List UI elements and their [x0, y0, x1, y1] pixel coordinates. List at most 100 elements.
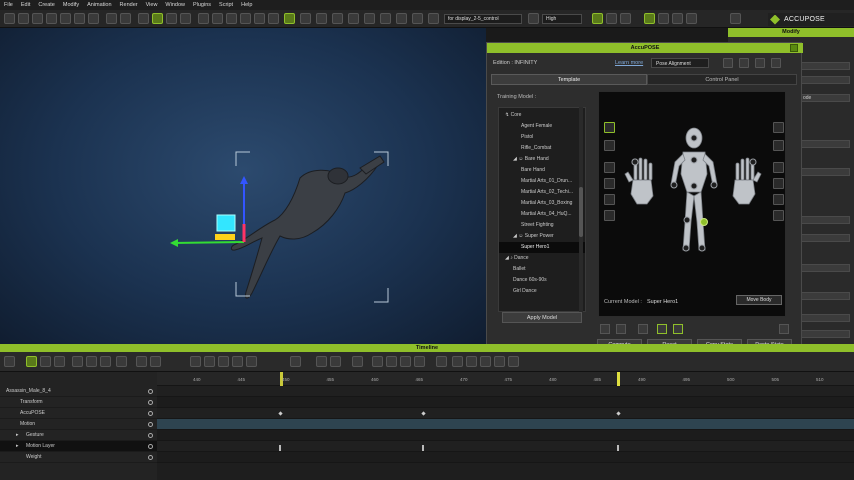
- menu-script[interactable]: Script: [219, 2, 233, 8]
- flag-icon[interactable]: [400, 356, 411, 367]
- edit-motion-icon[interactable]: [686, 13, 697, 24]
- zoom-icon[interactable]: [240, 13, 251, 24]
- new-file-icon[interactable]: [4, 13, 15, 24]
- render-icon[interactable]: [74, 13, 85, 24]
- quality-select[interactable]: High: [542, 14, 582, 24]
- menu-animation[interactable]: Animation: [87, 2, 111, 8]
- lane[interactable]: [157, 452, 854, 463]
- modify-mode-field[interactable]: ode: [800, 94, 850, 102]
- collect-clip-icon[interactable]: [72, 356, 83, 367]
- break-clip-icon[interactable]: [86, 356, 97, 367]
- expand-arrow-icon[interactable]: ▸: [16, 441, 19, 452]
- box-icon[interactable]: [316, 13, 327, 24]
- close-icon[interactable]: [790, 44, 798, 52]
- hip-joint[interactable]: [690, 182, 698, 190]
- rotate-icon[interactable]: [166, 13, 177, 24]
- scrollbar-thumb[interactable]: [579, 187, 583, 237]
- tree-item[interactable]: ↯ Core: [499, 110, 585, 121]
- menu-window[interactable]: Window: [165, 2, 185, 8]
- camera-track-icon[interactable]: [190, 356, 201, 367]
- grid-view-icon[interactable]: [739, 58, 749, 68]
- mocap-icon[interactable]: [658, 13, 669, 24]
- display-select[interactable]: for display_2-5_control: [444, 14, 522, 24]
- tree-expand-icon[interactable]: ◢ ☺: [513, 233, 525, 239]
- curve-icon[interactable]: [606, 13, 617, 24]
- redo-icon[interactable]: [120, 13, 131, 24]
- keyframe[interactable]: [617, 445, 619, 451]
- tab-control-panel[interactable]: Control Panel: [647, 74, 797, 85]
- tree-item[interactable]: Martial Arts_03_Boxing: [499, 198, 585, 209]
- track-row[interactable]: ◢Assassin_Male_8_4: [0, 386, 157, 397]
- track-row[interactable]: Weight: [0, 452, 157, 463]
- stop-icon[interactable]: [480, 356, 491, 367]
- export-icon[interactable]: [60, 13, 71, 24]
- loop-icon[interactable]: [100, 356, 111, 367]
- track-toggle-icon[interactable]: [148, 433, 153, 438]
- settings-icon[interactable]: [779, 324, 789, 334]
- orbit-icon[interactable]: [226, 13, 237, 24]
- bone-icon[interactable]: [396, 13, 407, 24]
- 3d-viewport[interactable]: [0, 28, 486, 344]
- track-options-icon[interactable]: [4, 356, 15, 367]
- pan-icon[interactable]: [212, 13, 223, 24]
- tree-item[interactable]: Girl Dance: [499, 286, 585, 297]
- scale-icon[interactable]: [180, 13, 191, 24]
- open-file-icon[interactable]: [18, 13, 29, 24]
- tree-scrollbar[interactable]: [579, 107, 583, 312]
- prev-key-icon[interactable]: [386, 356, 397, 367]
- left-foot-joint[interactable]: [682, 244, 690, 252]
- texture-icon[interactable]: [348, 13, 359, 24]
- modify-field[interactable]: [800, 330, 850, 338]
- figure-icon[interactable]: [638, 324, 648, 334]
- fit-icon[interactable]: [268, 13, 279, 24]
- quality-icon[interactable]: [528, 13, 539, 24]
- head-joint[interactable]: [690, 134, 698, 142]
- track-row[interactable]: Motion: [0, 419, 157, 430]
- tree-item[interactable]: Martial Arts_02_Techi...: [499, 187, 585, 198]
- puppet-icon[interactable]: [730, 13, 741, 24]
- tree-expand-icon[interactable]: ◢ ♪: [505, 255, 514, 261]
- camera-icon[interactable]: [198, 13, 209, 24]
- marker-icon[interactable]: [218, 356, 229, 367]
- flatten-icon[interactable]: [136, 356, 147, 367]
- zoom-in-icon[interactable]: [316, 356, 327, 367]
- reach-target-icon[interactable]: [657, 324, 667, 334]
- fov-icon[interactable]: [254, 13, 265, 24]
- select-icon[interactable]: [138, 13, 149, 24]
- training-model-tree[interactable]: ↯ Core Agent Female Pistol Rifle_Combat ◢ ☺ …: [498, 107, 586, 312]
- track-row[interactable]: AccuPOSE: [0, 408, 157, 419]
- tree-item[interactable]: ◢ ☺ Super Power: [499, 231, 585, 242]
- modify-field[interactable]: [800, 140, 850, 148]
- layout-icon[interactable]: [755, 58, 765, 68]
- preview-icon[interactable]: [88, 13, 99, 24]
- refresh-icon[interactable]: [723, 58, 733, 68]
- shade-icon[interactable]: [332, 13, 343, 24]
- edit-curve-icon[interactable]: [246, 356, 257, 367]
- import-icon[interactable]: [46, 13, 57, 24]
- left-knee-joint[interactable]: [683, 216, 691, 224]
- snapshot-icon[interactable]: [600, 324, 610, 334]
- light-icon[interactable]: [364, 13, 375, 24]
- tree-item[interactable]: Ballet: [499, 264, 585, 275]
- move-icon[interactable]: [152, 13, 163, 24]
- lane[interactable]: [157, 386, 854, 397]
- tab-template[interactable]: Template: [491, 74, 647, 85]
- track-toggle-icon[interactable]: [148, 400, 153, 405]
- sound-icon[interactable]: [204, 356, 215, 367]
- transform-gizmo[interactable]: [170, 176, 248, 247]
- record-icon[interactable]: [436, 356, 447, 367]
- track-row[interactable]: ▸ Gesture: [0, 430, 157, 441]
- track-toggle-icon[interactable]: [148, 411, 153, 416]
- keyframe[interactable]: [279, 445, 281, 451]
- modify-field[interactable]: [800, 76, 850, 84]
- tree-item[interactable]: Martial Arts_01_Drun...: [499, 176, 585, 187]
- menu-render[interactable]: Render: [120, 2, 138, 8]
- prev-frame-icon[interactable]: [466, 356, 477, 367]
- keyframe-icon[interactable]: [592, 13, 603, 24]
- tree-item[interactable]: Dance 60s-90s: [499, 275, 585, 286]
- flag-end-icon[interactable]: [414, 356, 425, 367]
- tree-expand-icon[interactable]: ◢ ☺: [513, 156, 525, 162]
- pose-icon[interactable]: [644, 13, 655, 24]
- move-body-button[interactable]: Move Body: [736, 295, 782, 305]
- visibility-icon[interactable]: [54, 356, 65, 367]
